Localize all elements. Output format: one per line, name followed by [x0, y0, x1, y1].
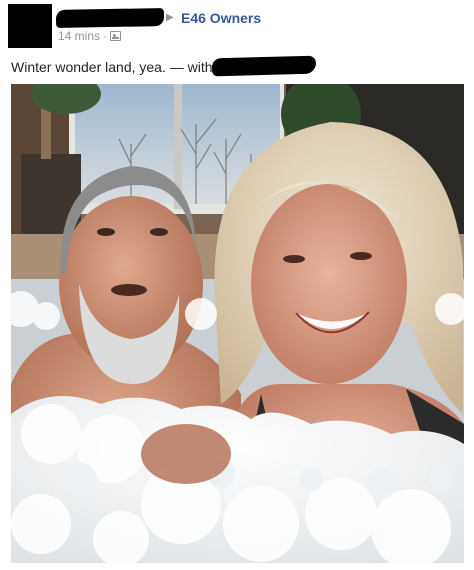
post-caption: Winter wonder land, yea. — with — [11, 59, 213, 75]
redacted-tagged-user[interactable] — [211, 55, 317, 77]
share-arrow-icon: ▶ — [166, 12, 174, 23]
friends-icon[interactable] — [110, 31, 122, 41]
post-bottom-edge — [0, 563, 474, 570]
meta-separator: · — [103, 29, 108, 43]
post-meta: 14 mins · — [58, 29, 122, 43]
redacted-avatar[interactable] — [8, 4, 52, 48]
timestamp-link[interactable]: 14 mins — [58, 29, 100, 43]
redacted-author-name[interactable] — [55, 8, 165, 28]
post-photo[interactable] — [11, 84, 464, 563]
group-name-link[interactable]: E46 Owners — [181, 10, 261, 26]
feed-post: ▶ E46 Owners 14 mins · Winter wonder lan… — [0, 0, 474, 570]
